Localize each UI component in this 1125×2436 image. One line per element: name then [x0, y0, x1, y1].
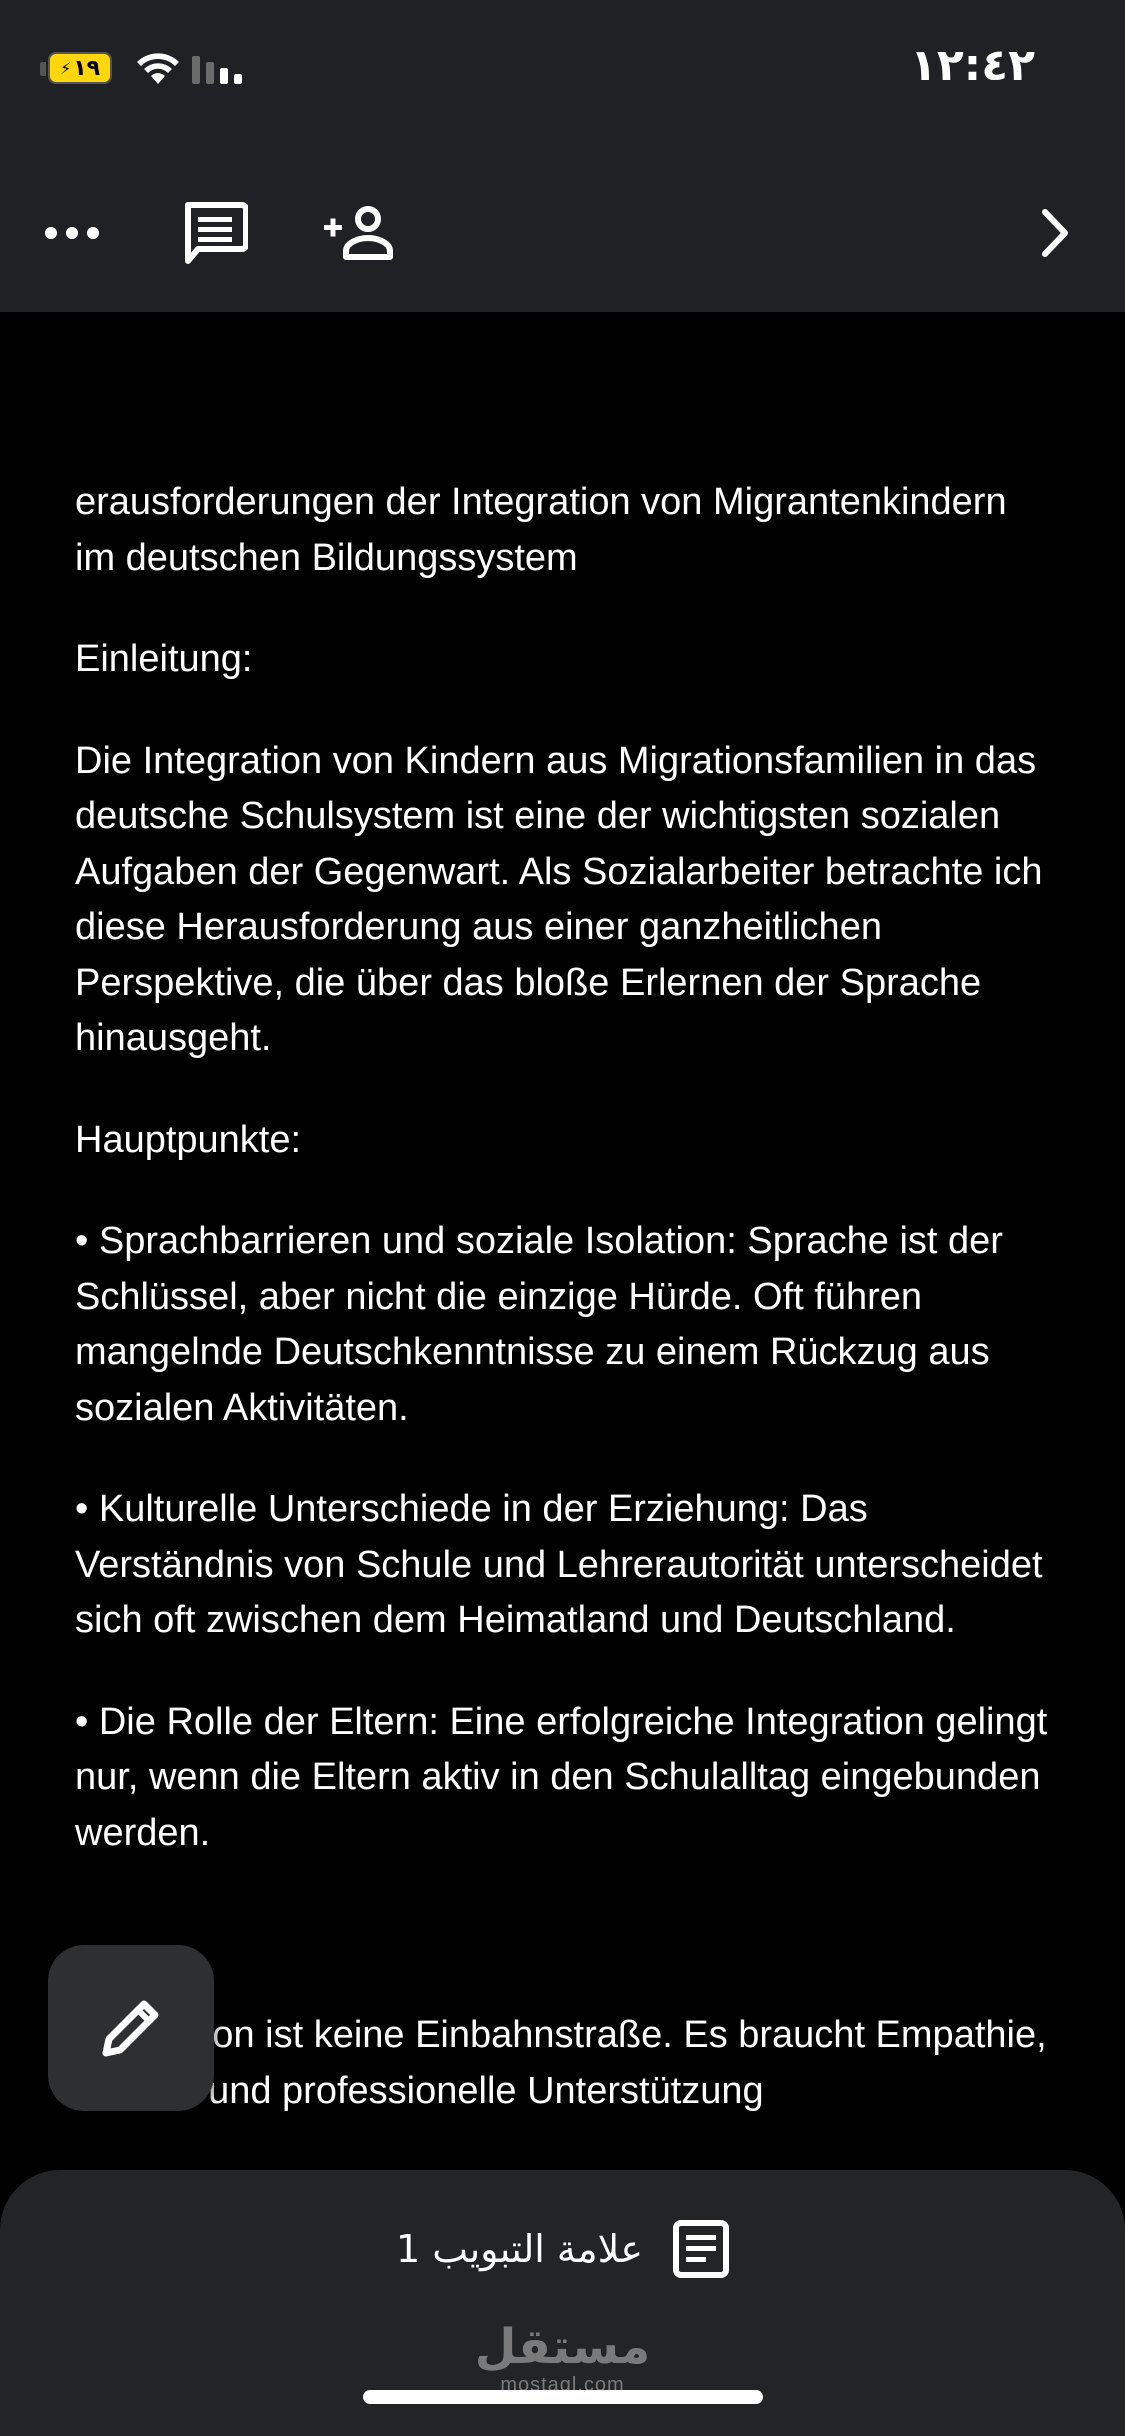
status-bar: ⚡ ١٩ ١٢:٤٢	[0, 0, 1125, 150]
home-indicator[interactable]	[363, 2390, 763, 2404]
tab-name: علامة التبويب 1	[395, 2227, 643, 2271]
bullet-point: • Sprachbarrieren und soziale Isolation:…	[75, 1220, 1003, 1429]
battery-cap	[40, 62, 46, 76]
document-view[interactable]: erausforderungen der Integration von Mig…	[0, 312, 1125, 2172]
section-heading	[75, 1907, 1055, 1962]
battery-level: ⚡ ١٩	[59, 55, 101, 81]
bullet-point: • Kulturelle Unterschiede in der Erziehu…	[75, 1488, 1043, 1641]
battery-percent: ١٩	[73, 55, 101, 81]
conclusion-paragraph: Integration ist keine Einbahnstraße. Es …	[75, 2014, 1047, 2112]
add-person-icon[interactable]	[315, 188, 405, 278]
comment-icon[interactable]	[170, 188, 260, 278]
status-time: ١٢:٤٢	[909, 40, 1035, 91]
bullet-point: • Die Rolle der Eltern: Eine erfolgreich…	[75, 1700, 1048, 1854]
watermark-arabic: مستقل	[474, 2319, 651, 2375]
more-icon[interactable]	[27, 188, 117, 278]
document-tab-icon	[673, 2220, 729, 2278]
watermark: مستقل mostaql.com	[0, 2320, 1125, 2397]
document-body: erausforderungen der Integration von Mig…	[75, 475, 1055, 2165]
section-heading: Einleitung:	[75, 638, 253, 680]
wifi-icon	[137, 53, 179, 84]
doc-title: erausforderungen der Integration von Mig…	[75, 481, 1007, 579]
signal-icon	[192, 56, 242, 84]
pencil-icon	[102, 2000, 159, 2057]
tab-selector[interactable]: علامة التبويب 1	[0, 2220, 1125, 2278]
edit-button[interactable]	[48, 1945, 214, 2111]
chevron-right-icon[interactable]	[1010, 188, 1100, 278]
intro-paragraph: Die Integration von Kindern aus Migratio…	[75, 739, 1043, 1060]
section-heading: Hauptpunkte:	[75, 1118, 302, 1161]
battery-icon: ⚡ ١٩	[48, 52, 112, 84]
top-toolbar	[0, 150, 1125, 312]
